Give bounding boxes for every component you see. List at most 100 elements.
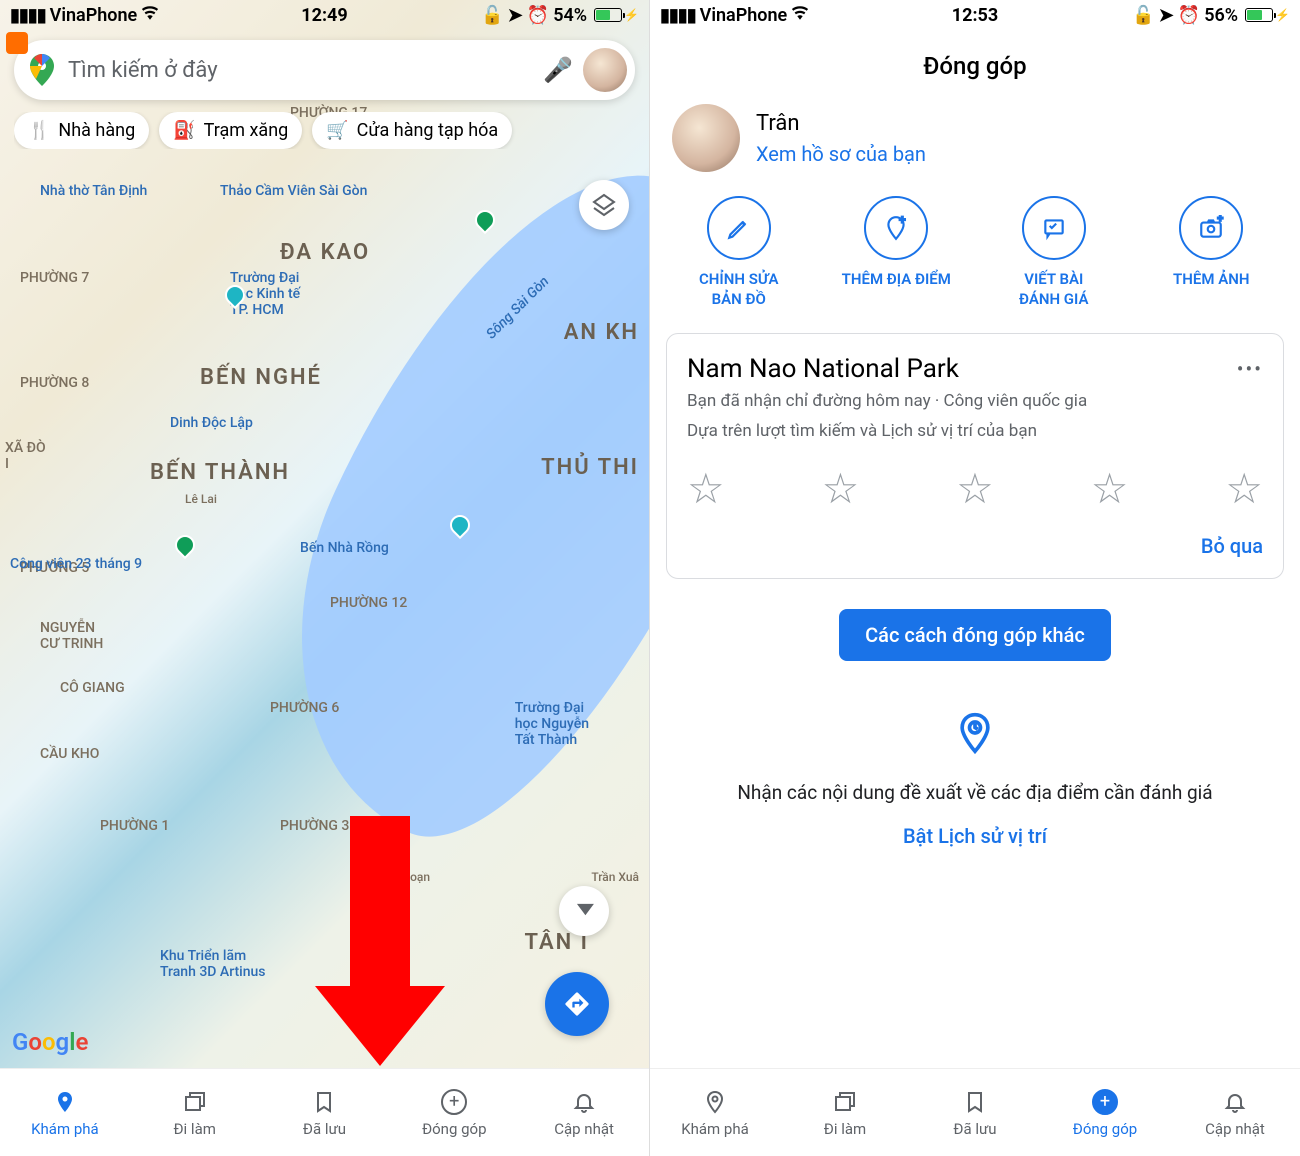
add-place-icon: + — [864, 196, 928, 260]
action-label: CHỈNH SỬA BẢN ĐỒ — [699, 270, 779, 309]
bell-icon — [572, 1088, 596, 1116]
google-maps-icon — [28, 56, 56, 84]
left-screenshot: ĐA KAO BẾN THÀNH BẾN NGHÉ THỦ THI AN KH … — [0, 0, 650, 1156]
plus-circle-icon: + — [1092, 1088, 1118, 1116]
wifi-icon — [141, 4, 159, 26]
more-ways-button[interactable]: Các cách đóng góp khác — [839, 609, 1111, 661]
commute-icon — [833, 1088, 857, 1116]
nav-contribute[interactable]: + Đóng góp — [1040, 1069, 1170, 1156]
skip-button[interactable]: Bỏ qua — [687, 534, 1263, 558]
profile-section: Trân Xem hồ sơ của bạn — [650, 104, 1300, 172]
status-time: 12:49 — [301, 5, 347, 26]
location-icon: ➤ — [1159, 5, 1174, 26]
nav-commute[interactable]: Đi làm — [130, 1069, 260, 1156]
pin-icon — [53, 1088, 77, 1116]
nav-label: Cập nhật — [1205, 1120, 1265, 1138]
svg-text:+: + — [900, 215, 906, 227]
map-label: PHƯỜNG 12 — [330, 595, 407, 611]
contribute-actions: CHỈNH SỬA BẢN ĐỒ + THÊM ĐỊA ĐIỂM VIẾT BÀ… — [650, 196, 1300, 309]
user-avatar[interactable] — [672, 104, 740, 172]
notification-badge[interactable] — [6, 32, 28, 54]
map-label: THỦ THI — [541, 455, 639, 480]
star-icon[interactable]: ☆ — [956, 464, 994, 514]
map-label: PHƯỜNG 1 — [100, 818, 169, 834]
alarm-icon: ⏰ — [1178, 5, 1200, 26]
chip-gas[interactable]: ⛽ Trạm xăng — [159, 112, 302, 149]
battery-percent: 56% — [1204, 5, 1238, 26]
place-subtitle: Bạn đã nhận chỉ đường hôm nay · Công viê… — [687, 390, 1263, 414]
category-chips: 🍴 Nhà hàng ⛽ Trạm xăng 🛒 Cửa hàng tạp hó… — [14, 112, 649, 149]
map-label: BẾN NGHÉ — [200, 365, 322, 390]
map-label: ĐA KAO — [280, 240, 370, 265]
lock-rotation-icon: 🔓 — [1132, 5, 1154, 26]
bell-icon — [1223, 1088, 1247, 1116]
chip-grocery[interactable]: 🛒 Cửa hàng tạp hóa — [312, 112, 512, 149]
nav-updates[interactable]: Cập nhật — [1170, 1069, 1300, 1156]
map-label: Trường Đại học Nguyễn Tất Thành — [515, 700, 589, 748]
map-label: PHƯỜNG 3 — [280, 818, 349, 834]
bookmark-icon — [312, 1088, 336, 1116]
action-edit-map[interactable]: CHỈNH SỬA BẢN ĐỒ — [660, 196, 818, 309]
action-add-photo[interactable]: + THÊM ẢNH — [1133, 196, 1291, 309]
right-screenshot: ▮▮▮▮ VinaPhone 12:53 🔓 ➤ ⏰ 56% ⚡ Đóng gó… — [650, 0, 1300, 1156]
directions-button[interactable] — [545, 972, 609, 1036]
nav-label: Đã lưu — [953, 1120, 996, 1138]
tutorial-arrow-icon — [350, 816, 445, 1066]
nav-saved[interactable]: Đã lưu — [260, 1069, 390, 1156]
alarm-icon: ⏰ — [527, 5, 549, 26]
star-icon[interactable]: ☆ — [687, 464, 725, 514]
nav-contribute[interactable]: + Đóng góp — [389, 1069, 519, 1156]
nav-label: Đã lưu — [303, 1120, 346, 1138]
map-label: Trần Xuâ — [591, 870, 639, 884]
my-location-button[interactable] — [559, 886, 609, 936]
location-icon: ➤ — [508, 5, 523, 26]
nav-updates[interactable]: Cập nhật — [519, 1069, 649, 1156]
chip-restaurants[interactable]: 🍴 Nhà hàng — [14, 112, 149, 149]
nav-commute[interactable]: Đi làm — [780, 1069, 910, 1156]
nav-label: Đi làm — [173, 1120, 215, 1138]
action-add-place[interactable]: + THÊM ĐỊA ĐIỂM — [818, 196, 976, 309]
view-profile-link[interactable]: Xem hồ sơ của bạn — [756, 142, 926, 166]
gas-icon: ⛽ — [173, 120, 195, 141]
pencil-icon — [707, 196, 771, 260]
plus-circle-icon: + — [441, 1088, 467, 1116]
chip-label: Nhà hàng — [58, 120, 135, 141]
search-bar[interactable]: Tìm kiếm ở đây 🎤 — [14, 40, 635, 100]
history-pin-icon — [737, 711, 1212, 765]
microphone-icon[interactable]: 🎤 — [543, 56, 573, 84]
status-bar: ▮▮▮▮ VinaPhone 12:49 🔓 ➤ ⏰ 54% ⚡ — [0, 0, 649, 30]
nav-label: Đóng góp — [422, 1120, 486, 1138]
enable-history-link[interactable]: Bật Lịch sử vị trí — [737, 824, 1212, 848]
map-label: Khu Triển lãm Tranh 3D Artinus — [160, 948, 266, 980]
bottom-navigation: Khám phá Đi làm Đã lưu + Đóng góp Cập nh… — [0, 1068, 649, 1156]
cart-icon: 🛒 — [326, 120, 348, 141]
star-icon[interactable]: ☆ — [1225, 464, 1263, 514]
nav-explore[interactable]: Khám phá — [650, 1069, 780, 1156]
nav-saved[interactable]: Đã lưu — [910, 1069, 1040, 1156]
star-icon[interactable]: ☆ — [1091, 464, 1129, 514]
suggestion-text: Nhận các nội dung đề xuất về các địa điể… — [737, 781, 1212, 804]
star-icon[interactable]: ☆ — [822, 464, 860, 514]
chip-label: Trạm xăng — [204, 120, 289, 141]
nav-label: Đi làm — [824, 1120, 866, 1138]
user-avatar[interactable] — [583, 48, 627, 92]
chip-label: Cửa hàng tạp hóa — [357, 120, 499, 141]
map-label: CÔ GIANG — [60, 680, 125, 696]
carrier-label: VinaPhone — [700, 5, 788, 26]
action-label: VIẾT BÀI ĐÁNH GIÁ — [1019, 270, 1089, 309]
google-logo: Google — [12, 1028, 88, 1056]
map-label: NGUYỄN CƯ TRINH — [40, 620, 103, 652]
map-label: BẾN THÀNH — [150, 460, 290, 485]
rating-stars: ☆ ☆ ☆ ☆ ☆ — [687, 464, 1263, 514]
action-write-review[interactable]: VIẾT BÀI ĐÁNH GIÁ — [975, 196, 1133, 309]
action-label: THÊM ĐỊA ĐIỂM — [842, 270, 951, 290]
map-label: PHƯỜNG 8 — [20, 375, 89, 391]
map-label: Nhà thờ Tân Định — [40, 183, 147, 199]
battery-icon: ⚡ — [1242, 8, 1290, 22]
nav-explore[interactable]: Khám phá — [0, 1069, 130, 1156]
contribute-screen: Đóng góp Trân Xem hồ sơ của bạn CHỈNH SỬ… — [650, 36, 1300, 1068]
layers-button[interactable] — [579, 180, 629, 230]
map-label: AN KH — [564, 320, 639, 345]
more-icon[interactable]: ••• — [1237, 357, 1263, 381]
nav-label: Cập nhật — [554, 1120, 614, 1138]
